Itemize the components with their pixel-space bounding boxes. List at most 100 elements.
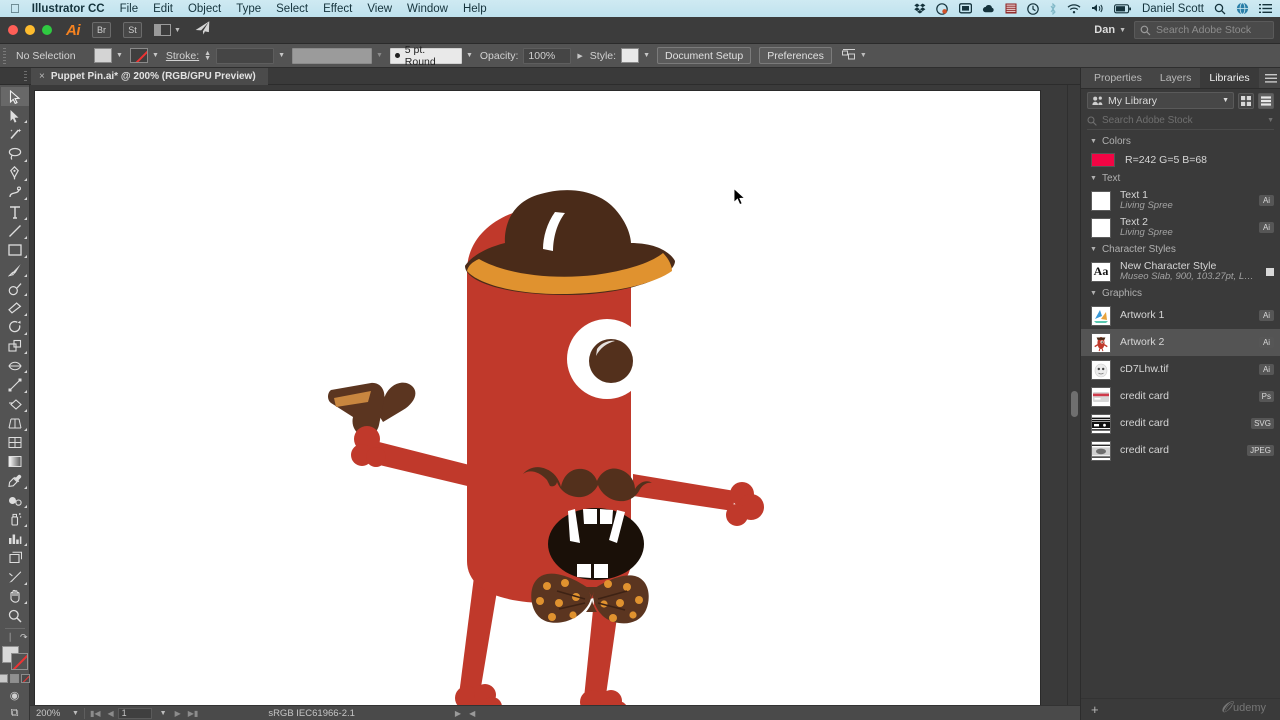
opacity-field[interactable]: 100% <box>523 47 572 64</box>
canvas-vertical-scrollbar[interactable] <box>1067 85 1080 705</box>
document-setup-button[interactable]: Document Setup <box>657 47 752 64</box>
item-checkbox[interactable] <box>1266 267 1274 276</box>
list-item[interactable]: Text 2 Living Spree Ai <box>1081 214 1280 241</box>
group-header-colors[interactable]: ▼ Colors <box>1081 133 1280 150</box>
menu-file[interactable]: File <box>120 3 139 15</box>
library-color-item[interactable]: R=242 G=5 B=68 <box>1081 150 1280 170</box>
line-segment-tool[interactable] <box>1 222 29 241</box>
tab-layers[interactable]: Layers <box>1151 68 1201 88</box>
chevron-down-icon[interactable]: ▼ <box>643 52 650 59</box>
menu-edit[interactable]: Edit <box>153 3 173 15</box>
perspective-grid-tool[interactable] <box>1 414 29 433</box>
macos-user-name[interactable]: Daniel Scott <box>1142 3 1204 15</box>
symbol-sprayer-tool[interactable] <box>1 510 29 529</box>
stroke-weight-field[interactable] <box>216 47 275 64</box>
list-item[interactable]: Artwork 1 Ai <box>1081 302 1280 329</box>
gradient-tool[interactable] <box>1 452 29 471</box>
menu-help[interactable]: Help <box>463 3 487 15</box>
column-graph-tool[interactable] <box>1 529 29 548</box>
stroke-profile-field[interactable] <box>292 47 373 64</box>
last-artboard-button[interactable]: ▶▮ <box>188 709 199 718</box>
menu-view[interactable]: View <box>367 3 392 15</box>
bridge-button[interactable]: Br <box>92 22 111 38</box>
type-tool[interactable] <box>1 202 29 221</box>
drawing-modes-button[interactable]: ◉ <box>10 689 20 702</box>
tab-bar-grip[interactable] <box>22 67 31 85</box>
opacity-flyout-icon[interactable]: ▶ <box>577 52 582 60</box>
stock-search-input[interactable]: Search Adobe Stock <box>1134 21 1274 39</box>
chevron-down-icon[interactable]: ▼ <box>1267 117 1274 124</box>
grid-view-icon[interactable] <box>1238 92 1254 109</box>
color-button[interactable] <box>0 673 8 683</box>
screen-mode-button[interactable]: ⧉ <box>11 707 19 720</box>
chevron-down-icon[interactable]: ▼ <box>72 710 79 717</box>
list-item[interactable]: Aa New Character Style Museo Slab, 900, … <box>1081 258 1280 285</box>
next-artboard-button[interactable]: ▶ <box>175 709 181 718</box>
eraser-tool[interactable] <box>1 298 29 317</box>
globe-icon[interactable] <box>1236 2 1249 15</box>
panel-menu-icon[interactable] <box>1262 68 1280 88</box>
list-item[interactable]: credit card JPEG <box>1081 437 1280 464</box>
group-header-text[interactable]: ▼ Text <box>1081 170 1280 187</box>
rotate-tool[interactable] <box>1 318 29 337</box>
close-icon[interactable]: × <box>39 71 45 82</box>
bluetooth-icon[interactable] <box>1049 2 1057 15</box>
library-search-input[interactable]: Search Adobe Stock ▼ <box>1087 112 1274 130</box>
menu-select[interactable]: Select <box>276 3 308 15</box>
apple-logo-icon[interactable]:  <box>10 2 20 15</box>
fill-color-swatch[interactable] <box>94 48 112 63</box>
stroke-weight-stepper[interactable]: ▲ ▼ <box>204 50 211 62</box>
free-transform-tool[interactable] <box>1 375 29 394</box>
notification-center-icon[interactable] <box>1259 3 1272 14</box>
wifi-icon[interactable] <box>1067 3 1081 14</box>
align-menu[interactable]: ▼ <box>841 49 867 62</box>
eyedropper-tool[interactable] <box>1 471 29 490</box>
stock-button[interactable]: St <box>123 22 142 38</box>
mesh-tool[interactable] <box>1 433 29 452</box>
menu-type[interactable]: Type <box>236 3 261 15</box>
menu-window[interactable]: Window <box>407 3 448 15</box>
brush-definition-field[interactable]: 5 pt. Round <box>389 44 462 68</box>
opacity-label[interactable]: Opacity: <box>480 50 519 62</box>
graph-icon[interactable] <box>1005 3 1017 14</box>
chevron-down-icon[interactable]: ▼ <box>152 52 159 59</box>
battery-icon[interactable] <box>1114 3 1132 14</box>
stroke-label[interactable]: Stroke: <box>166 50 199 62</box>
scale-tool[interactable] <box>1 337 29 356</box>
chevron-down-icon[interactable]: ▼ <box>466 52 473 59</box>
share-icon[interactable] <box>193 20 213 39</box>
paintbrush-tool[interactable] <box>1 260 29 279</box>
tab-properties[interactable]: Properties <box>1085 68 1151 88</box>
first-artboard-button[interactable]: ▮◀ <box>90 709 101 718</box>
none-button[interactable] <box>21 673 30 683</box>
direct-selection-tool[interactable] <box>1 106 29 125</box>
curvature-tool[interactable] <box>1 183 29 202</box>
chevron-down-icon[interactable]: ▼ <box>116 52 123 59</box>
colorpicker-icon[interactable] <box>936 2 949 15</box>
menu-app-name[interactable]: Illustrator CC <box>32 3 105 15</box>
group-header-character-styles[interactable]: ▼ Character Styles <box>1081 241 1280 258</box>
stroke-color-swatch[interactable] <box>129 48 148 63</box>
zoom-window-button[interactable] <box>42 25 52 35</box>
artboard[interactable] <box>35 91 1040 705</box>
slice-tool[interactable] <box>1 567 29 586</box>
control-bar-grip[interactable] <box>0 43 9 68</box>
add-to-library-button[interactable]: + <box>1091 702 1099 717</box>
lasso-tool[interactable] <box>1 145 29 164</box>
group-header-graphics[interactable]: ▼ Graphics <box>1081 285 1280 302</box>
display-icon[interactable] <box>958 3 972 14</box>
dropbox-icon[interactable] <box>914 3 926 14</box>
scrollbar-thumb[interactable] <box>1071 391 1078 417</box>
artboard-number-field[interactable]: 1 <box>117 707 152 719</box>
hand-tool[interactable] <box>1 587 29 606</box>
selection-tool[interactable] <box>0 87 29 107</box>
chevron-down-icon[interactable]: ▼ <box>376 52 383 59</box>
preferences-button[interactable]: Preferences <box>759 47 832 64</box>
menu-object[interactable]: Object <box>188 3 221 15</box>
library-select[interactable]: My Library ▼ <box>1087 92 1234 109</box>
status-resize-icon[interactable]: ◀ <box>469 709 475 718</box>
fill-stroke-indicator[interactable] <box>1 646 28 670</box>
chevron-down-icon[interactable]: ▼ <box>160 710 167 717</box>
timemachine-icon[interactable] <box>1027 2 1039 15</box>
artboard-tool[interactable] <box>1 548 29 567</box>
